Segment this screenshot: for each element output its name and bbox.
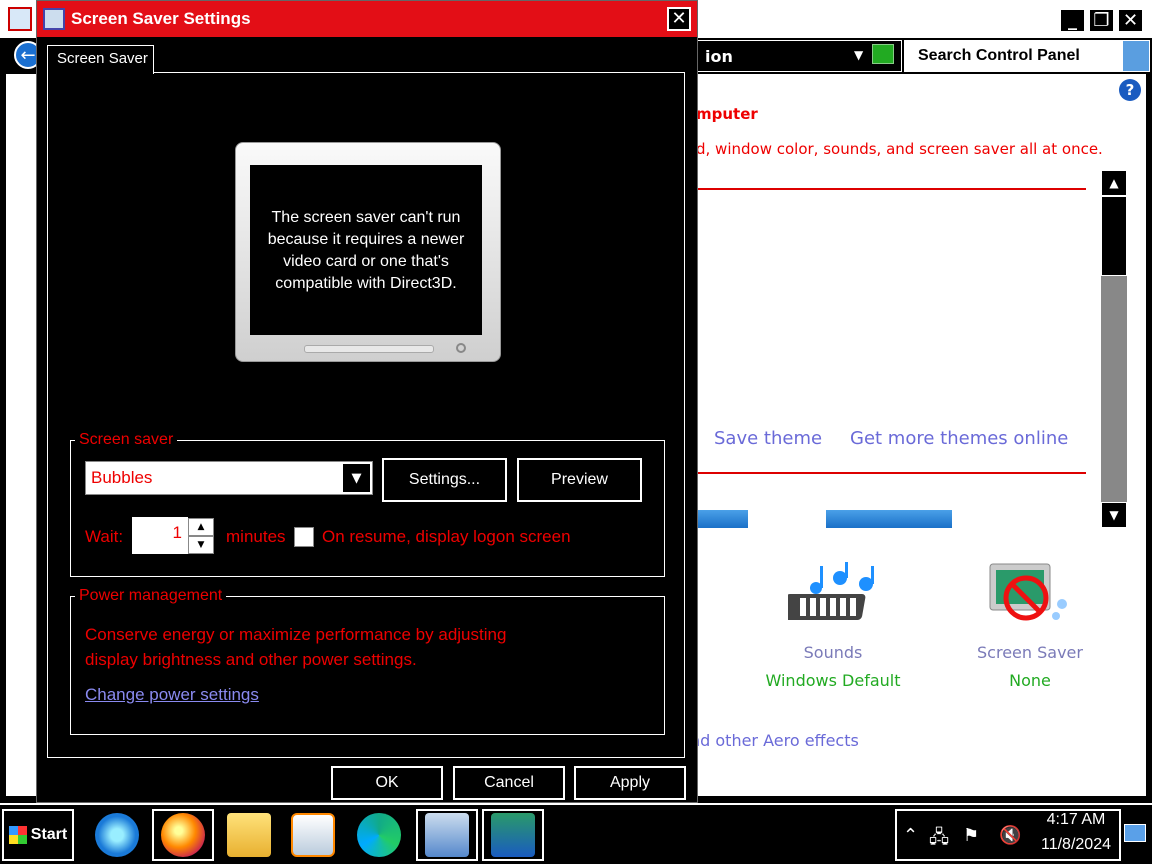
show-desktop-icon[interactable] bbox=[1124, 824, 1146, 842]
windows-logo-icon bbox=[8, 826, 27, 844]
resume-logon-label[interactable]: On resume, display logon screen bbox=[322, 527, 571, 547]
start-label: Start bbox=[30, 826, 68, 843]
preview-monitor: The screen saver can't run because it re… bbox=[235, 142, 501, 362]
minimize-button[interactable]: _ bbox=[1059, 8, 1086, 33]
get-more-themes-link[interactable]: Get more themes online bbox=[850, 428, 1068, 449]
sounds-icon[interactable] bbox=[788, 560, 878, 632]
sounds-label[interactable]: Sounds bbox=[753, 643, 913, 662]
refresh-icon[interactable] bbox=[872, 44, 894, 64]
media-player-icon[interactable] bbox=[282, 809, 344, 861]
theme-thumbnail[interactable] bbox=[696, 510, 748, 528]
screen-saver-group-label: Screen saver bbox=[79, 431, 174, 448]
change-power-settings-link[interactable]: Change power settings bbox=[85, 685, 259, 705]
screen-saver-settings-icon bbox=[43, 8, 65, 30]
cancel-button[interactable]: Cancel bbox=[452, 765, 566, 801]
power-led-icon bbox=[456, 343, 466, 353]
close-button[interactable]: ✕ bbox=[667, 7, 691, 31]
divider bbox=[696, 188, 1086, 190]
network-icon[interactable]: 🖧 bbox=[929, 825, 949, 855]
resume-logon-checkbox[interactable] bbox=[294, 527, 314, 547]
page-description: d, window color, sounds, and screen save… bbox=[696, 140, 1103, 158]
taskbar: Start ⌃ 🖧 ⚑ 🔇 bbox=[0, 803, 1152, 864]
close-window-button[interactable]: ✕ bbox=[1117, 8, 1144, 33]
monitor-slot bbox=[304, 345, 434, 353]
clock-date[interactable]: 11/8/2024 bbox=[1031, 836, 1121, 854]
theme-thumbnail[interactable] bbox=[826, 510, 952, 528]
show-hidden-icons-icon[interactable]: ⌃ bbox=[903, 825, 918, 846]
file-explorer-icon[interactable] bbox=[218, 809, 280, 861]
wait-minutes-input[interactable]: 1 bbox=[132, 517, 188, 554]
address-dropdown-icon[interactable]: ▼ bbox=[854, 48, 863, 62]
chevron-down-icon[interactable]: ▼ bbox=[343, 464, 370, 492]
divider bbox=[696, 472, 1086, 474]
search-icon[interactable] bbox=[1122, 40, 1150, 72]
preview-message: The screen saver can't run because it re… bbox=[250, 165, 482, 335]
apply-button[interactable]: Apply bbox=[573, 765, 687, 801]
start-button[interactable]: Start bbox=[2, 809, 74, 861]
maximize-button[interactable]: ❐ bbox=[1088, 8, 1115, 33]
power-description: Conserve energy or maximize performance … bbox=[85, 625, 507, 669]
themes-scrollbar[interactable]: ▲ ▼ bbox=[1101, 170, 1127, 528]
internet-explorer-icon[interactable] bbox=[86, 809, 148, 861]
save-theme-link[interactable]: Save theme bbox=[714, 428, 822, 449]
sounds-value: Windows Default bbox=[765, 671, 901, 690]
preview-button[interactable]: Preview bbox=[516, 457, 643, 503]
wait-label: Wait: bbox=[85, 527, 124, 546]
ok-button[interactable]: OK bbox=[330, 765, 444, 801]
spin-down-icon[interactable]: ▼ bbox=[188, 536, 214, 554]
clock-time[interactable]: 4:17 AM bbox=[1031, 811, 1121, 829]
volume-muted-icon[interactable]: 🔇 bbox=[999, 825, 1021, 846]
action-center-flag-icon[interactable]: ⚑ bbox=[963, 825, 979, 846]
scroll-down-icon[interactable]: ▼ bbox=[1101, 502, 1127, 528]
scroll-thumb[interactable] bbox=[1101, 196, 1127, 276]
screen-saver-group: Screen saver bbox=[70, 431, 665, 577]
control-panel-system-icon bbox=[8, 7, 32, 31]
aero-effects-link[interactable]: nd other Aero effects bbox=[690, 731, 859, 750]
screen-saver-value: None bbox=[1009, 671, 1051, 690]
spin-up-icon[interactable]: ▲ bbox=[188, 518, 214, 536]
tab-screen-saver[interactable]: Screen Saver bbox=[47, 45, 154, 74]
scroll-up-icon[interactable]: ▲ bbox=[1101, 170, 1127, 196]
minutes-label: minutes bbox=[226, 527, 286, 546]
settings-button[interactable]: Settings... bbox=[381, 457, 508, 503]
power-management-label: Power management bbox=[79, 587, 223, 604]
screen-saver-label[interactable]: Screen Saver bbox=[950, 643, 1110, 662]
page-heading: mputer bbox=[696, 105, 758, 123]
firefox-icon[interactable] bbox=[152, 809, 214, 861]
help-icon[interactable]: ? bbox=[1119, 79, 1141, 101]
search-input[interactable]: Search Control Panel bbox=[904, 40, 1122, 72]
screen-saver-settings-icon[interactable] bbox=[482, 809, 544, 861]
edge-icon[interactable] bbox=[348, 809, 410, 861]
desktop: _ ❐ ✕ ← ion ▼ Search Control Panel ? mpu… bbox=[0, 0, 1152, 864]
screen-saver-icon[interactable] bbox=[986, 558, 1076, 636]
screen-saver-select[interactable]: Bubbles bbox=[85, 461, 373, 495]
dialog-title: Screen Saver Settings bbox=[37, 1, 697, 37]
screen-saver-settings-dialog: Screen Saver Settings ✕ Screen Saver The… bbox=[36, 0, 698, 803]
control-panel-icon[interactable] bbox=[416, 809, 478, 861]
